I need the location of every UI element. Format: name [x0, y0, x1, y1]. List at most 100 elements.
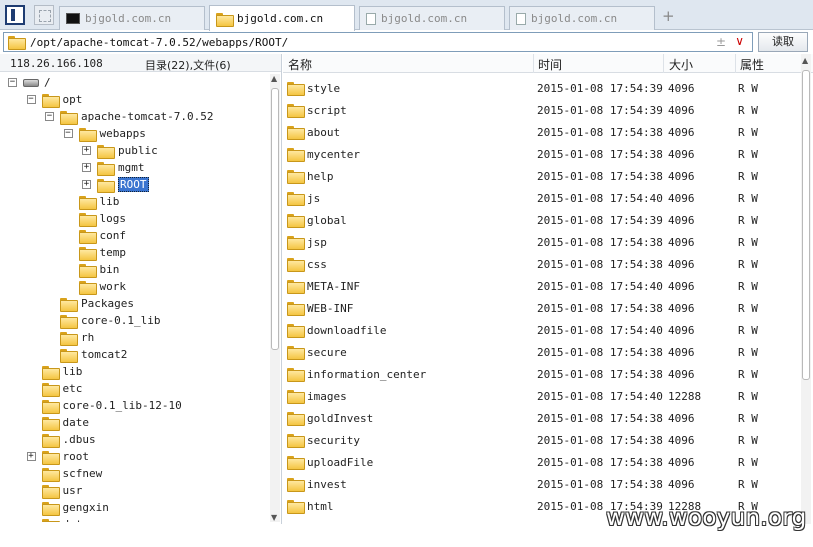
file-row[interactable]: style 2015-01-08 17:54:39 4096 R W [283, 77, 798, 99]
new-tab-button[interactable]: + [662, 7, 675, 25]
scroll-up-icon[interactable]: ▲ [271, 74, 277, 83]
tree-node[interactable]: − / [8, 74, 51, 91]
tree-node[interactable]: − apache-tomcat-7.0.52 [45, 108, 213, 125]
tree-node[interactable]: + root [26, 448, 89, 465]
file-attr: R W [738, 412, 758, 425]
file-name: script [307, 104, 347, 117]
tree-scroll-thumb[interactable] [271, 88, 279, 350]
folder-icon [287, 434, 305, 448]
tab-terminal[interactable]: bjgold.com.cn [59, 6, 205, 30]
tree-node[interactable]: usr [27, 482, 82, 499]
tree-node[interactable]: temp [64, 244, 126, 261]
file-row[interactable]: META-INF 2015-01-08 17:54:40 4096 R W [283, 275, 798, 297]
file-row[interactable]: images 2015-01-08 17:54:40 12288 R W [283, 385, 798, 407]
file-row[interactable]: about 2015-01-08 17:54:38 4096 R W [283, 121, 798, 143]
collapse-icon[interactable]: − [8, 78, 17, 87]
file-size: 4096 [668, 280, 695, 293]
tree-node[interactable]: bin [64, 261, 119, 278]
collapse-icon[interactable]: − [63, 129, 73, 138]
panel-toggle-button[interactable] [5, 5, 25, 25]
window-icon[interactable] [34, 5, 54, 25]
collapse-icon[interactable]: − [26, 95, 36, 104]
file-scroll-thumb[interactable] [802, 70, 810, 380]
collapse-icon[interactable]: − [45, 112, 54, 121]
file-name: about [307, 126, 341, 139]
tree-node[interactable]: Packages [45, 295, 134, 312]
tree-node[interactable]: conf [64, 227, 126, 244]
tree-scrollbar[interactable]: ▲ ▼ [270, 74, 280, 522]
folder-icon [287, 500, 305, 514]
expand-icon[interactable]: + [82, 180, 91, 189]
read-button[interactable]: 读取 [758, 32, 808, 52]
tree-node[interactable]: core-0.1_lib-12-10 [27, 397, 182, 414]
folder-icon [287, 258, 305, 272]
tab-document-1[interactable]: bjgold.com.cn [359, 6, 505, 30]
folder-icon [78, 280, 97, 295]
tree-node[interactable]: rh [45, 329, 94, 346]
folder-icon [287, 346, 305, 360]
folder-icon [216, 12, 234, 27]
column-time[interactable]: 时间 [538, 56, 562, 73]
path-bar: /opt/apache-tomcat-7.0.52/webapps/ROOT/ … [0, 31, 813, 53]
tab-document-2[interactable]: bjgold.com.cn [509, 6, 655, 30]
file-row[interactable]: downloadfile 2015-01-08 17:54:40 4096 R W [283, 319, 798, 341]
file-row[interactable]: jsp 2015-01-08 17:54:38 4096 R W [283, 231, 798, 253]
expand-icon[interactable]: + [26, 452, 36, 461]
tree-node[interactable]: data [27, 516, 89, 522]
file-row[interactable]: uploadFile 2015-01-08 17:54:38 4096 R W [283, 451, 798, 473]
folder-icon [287, 302, 305, 316]
tree-node[interactable]: − opt [26, 91, 82, 108]
tree-node[interactable]: − webapps [63, 125, 146, 142]
tree-node[interactable]: etc [27, 380, 82, 397]
tree-node[interactable]: gengxin [27, 499, 109, 516]
tree-node-label: ROOT [118, 177, 149, 192]
expand-icon[interactable]: + [82, 163, 91, 172]
file-row[interactable]: mycenter 2015-01-08 17:54:38 4096 R W [283, 143, 798, 165]
file-row[interactable]: security 2015-01-08 17:54:38 4096 R W [283, 429, 798, 451]
scroll-down-icon[interactable]: ▼ [271, 513, 277, 522]
tree-node[interactable]: tomcat2 [45, 346, 127, 363]
tree-node[interactable]: + public [82, 142, 158, 159]
tree-node[interactable]: work [64, 278, 126, 295]
path-text: /opt/apache-tomcat-7.0.52/webapps/ROOT/ [30, 35, 289, 49]
file-size: 4096 [668, 434, 695, 447]
column-attr[interactable]: 属性 [740, 56, 764, 73]
file-name: css [307, 258, 327, 271]
file-list-scrollbar[interactable]: ▲ [801, 54, 811, 524]
chevron-down-icon[interactable]: ∨ [735, 34, 744, 48]
file-name: goldInvest [307, 412, 374, 425]
tree-node[interactable]: + ROOT [82, 176, 149, 193]
tree-node[interactable]: .dbus [27, 431, 96, 448]
file-size: 4096 [668, 346, 695, 359]
folder-icon [287, 412, 305, 426]
file-row[interactable]: information_center 2015-01-08 17:54:38 409… [283, 363, 798, 385]
tree-node[interactable]: scfnew [27, 465, 102, 482]
file-row[interactable]: css 2015-01-08 17:54:38 4096 R W [283, 253, 798, 275]
file-attr: R W [738, 456, 758, 469]
file-row[interactable]: invest 2015-01-08 17:54:38 4096 R W [283, 473, 798, 495]
tree-node[interactable]: lib [27, 363, 82, 380]
tree-node[interactable]: + mgmt [82, 159, 145, 176]
file-row[interactable]: global 2015-01-08 17:54:39 4096 R W [283, 209, 798, 231]
file-row[interactable]: goldInvest 2015-01-08 17:54:38 4096 R W [283, 407, 798, 429]
pin-icon[interactable]: ± [716, 35, 726, 49]
tree-node[interactable]: lib [64, 193, 119, 210]
folder-icon [287, 82, 305, 96]
scroll-up-icon[interactable]: ▲ [802, 56, 808, 65]
tree-node[interactable]: core-0.1_lib [45, 312, 160, 329]
file-row[interactable]: secure 2015-01-08 17:54:38 4096 R W [283, 341, 798, 363]
column-size[interactable]: 大小 [669, 56, 693, 73]
expand-icon[interactable]: + [82, 146, 91, 155]
path-input[interactable]: /opt/apache-tomcat-7.0.52/webapps/ROOT/ … [3, 32, 753, 52]
server-ip: 118.26.166.108 [10, 57, 103, 70]
file-row[interactable]: help 2015-01-08 17:54:38 4096 R W [283, 165, 798, 187]
tree-node[interactable]: logs [64, 210, 126, 227]
file-row[interactable]: script 2015-01-08 17:54:39 4096 R W [283, 99, 798, 121]
tab-file-manager[interactable]: bjgold.com.cn [209, 5, 355, 31]
file-row[interactable]: WEB-INF 2015-01-08 17:54:38 4096 R W [283, 297, 798, 319]
column-name[interactable]: 名称 [288, 56, 312, 73]
file-size: 4096 [668, 148, 695, 161]
tree-node[interactable]: date [27, 414, 89, 431]
file-row[interactable]: js 2015-01-08 17:54:40 4096 R W [283, 187, 798, 209]
file-size: 4096 [668, 82, 695, 95]
